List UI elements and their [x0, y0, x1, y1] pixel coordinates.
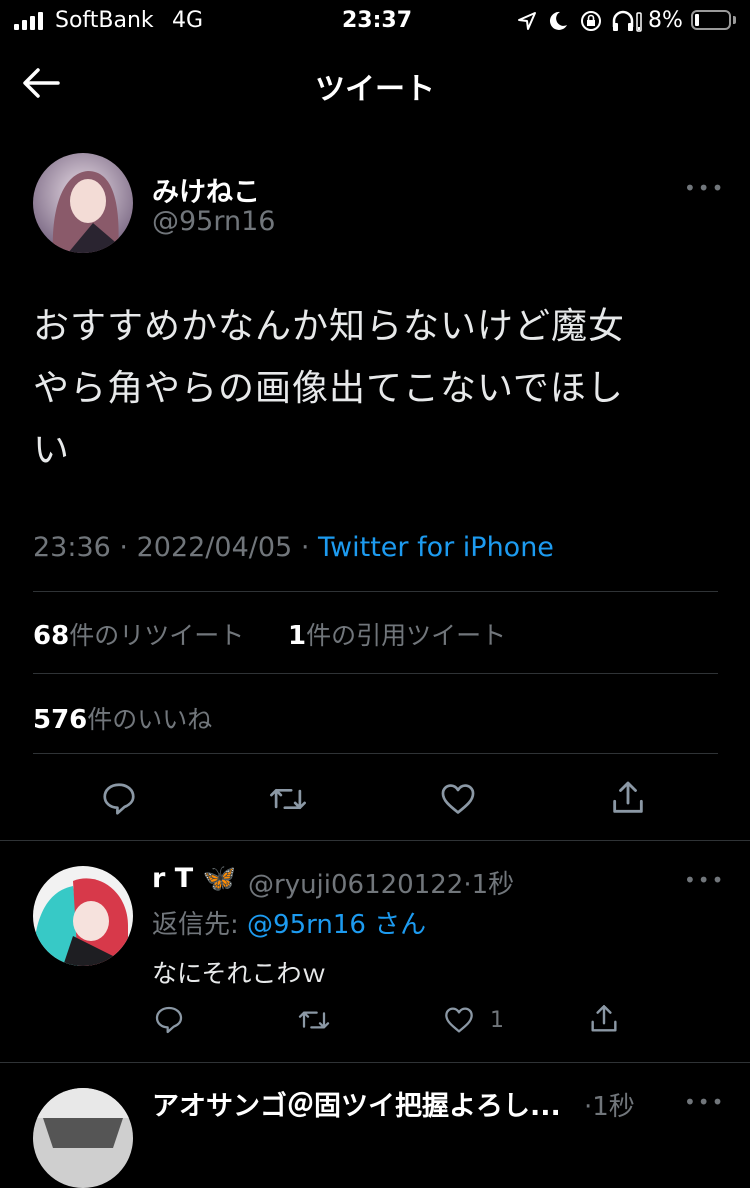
- battery-tip: [733, 16, 736, 24]
- reply-icon[interactable]: [100, 780, 138, 818]
- location-icon: [518, 12, 536, 30]
- signal-icon: [14, 12, 48, 30]
- reply-to-label: 返信先:: [152, 910, 239, 940]
- like-count: 576: [33, 705, 88, 735]
- author-name[interactable]: みけねこ: [152, 170, 260, 209]
- tweet-text-line: おすすめかなんか知らないけど魔女: [33, 306, 626, 347]
- divider: [0, 840, 750, 841]
- battery-percent: 8%: [648, 8, 683, 33]
- reply-name-text: r T: [152, 863, 194, 894]
- network-type: 4G: [172, 8, 204, 33]
- reply-author-name[interactable]: r T 🦋: [152, 862, 236, 894]
- divider: [33, 753, 718, 754]
- page-title: ツイート: [315, 72, 435, 107]
- butterfly-emoji: 🦋: [202, 863, 237, 894]
- like-label: 件のいいね: [87, 705, 213, 734]
- headphones-icon: [612, 10, 642, 32]
- reply-to-handle[interactable]: @95rn16 さん: [247, 910, 426, 940]
- moon-icon: [549, 11, 567, 30]
- tweet-time: 23:36: [33, 532, 111, 563]
- author-handle[interactable]: @95rn16: [152, 206, 275, 237]
- reply-like-count: 1: [490, 1008, 504, 1033]
- avatar-image: [33, 153, 133, 253]
- tweet-text-line: い: [33, 430, 71, 471]
- divider: [0, 1062, 750, 1063]
- reply-share-icon[interactable]: [587, 1002, 621, 1036]
- avatar-image: [33, 866, 133, 966]
- reply-author-name[interactable]: アオサンゴ＠固ツイ把握よろし...: [152, 1084, 561, 1123]
- author-avatar[interactable]: [33, 153, 133, 253]
- tweet-source-link[interactable]: Twitter for iPhone: [318, 532, 554, 563]
- reply-like-icon[interactable]: [442, 1004, 476, 1036]
- divider: [33, 591, 718, 592]
- quote-label: 件の引用ツイート: [306, 621, 507, 650]
- reply-to-line: 返信先: @95rn16 さん: [152, 904, 426, 941]
- share-icon[interactable]: [608, 778, 648, 818]
- battery-icon: [691, 10, 731, 30]
- clock: 23:37: [342, 8, 413, 33]
- reply-more-options-icon[interactable]: •••: [684, 868, 725, 892]
- divider: [33, 673, 718, 674]
- reply-handle[interactable]: @ryuji06120122: [248, 870, 463, 900]
- carrier: SoftBank: [55, 8, 154, 33]
- tweet-meta: 23:36 · 2022/04/05 · Twitter for iPhone: [33, 532, 554, 563]
- reply-text: なにそれこわｗ: [152, 959, 327, 988]
- reply-reply-icon[interactable]: [153, 1004, 185, 1036]
- reply-retweet-icon[interactable]: [297, 1004, 331, 1036]
- reply-time: ·1秒: [463, 870, 515, 900]
- tweet-text-line: やら角やらの画像出てこないでほし: [33, 368, 624, 409]
- meta-separator: ·: [119, 532, 128, 563]
- reply-time: ·1秒: [584, 1092, 635, 1122]
- status-bar: SoftBank 4G 23:37 8%: [0, 0, 750, 42]
- more-options-icon[interactable]: •••: [684, 176, 725, 200]
- tweet-text: おすすめかなんか知らないけど魔女 やら角やらの画像出てこないでほし い: [33, 296, 723, 482]
- reply-avatar[interactable]: [33, 1088, 133, 1188]
- avatar-image: [33, 1088, 133, 1188]
- reply-more-options-icon[interactable]: •••: [684, 1090, 725, 1114]
- meta-separator: ·: [300, 532, 310, 563]
- rotation-lock-icon: [581, 11, 601, 31]
- retweet-label: 件のリツイート: [69, 621, 245, 650]
- quote-count: 1: [288, 621, 307, 651]
- retweet-icon[interactable]: [268, 780, 308, 818]
- reply-handle-time: @ryuji06120122·1秒: [248, 864, 514, 901]
- retweet-count: 68: [33, 621, 70, 651]
- reply-avatar[interactable]: [33, 866, 133, 966]
- retweet-stats[interactable]: 68件のリツイート: [33, 616, 244, 652]
- tweet-date: 2022/04/05: [136, 532, 293, 563]
- like-icon[interactable]: [438, 780, 478, 818]
- like-stats[interactable]: 576件のいいね: [33, 700, 212, 736]
- quote-stats[interactable]: 1件の引用ツイート: [288, 616, 506, 652]
